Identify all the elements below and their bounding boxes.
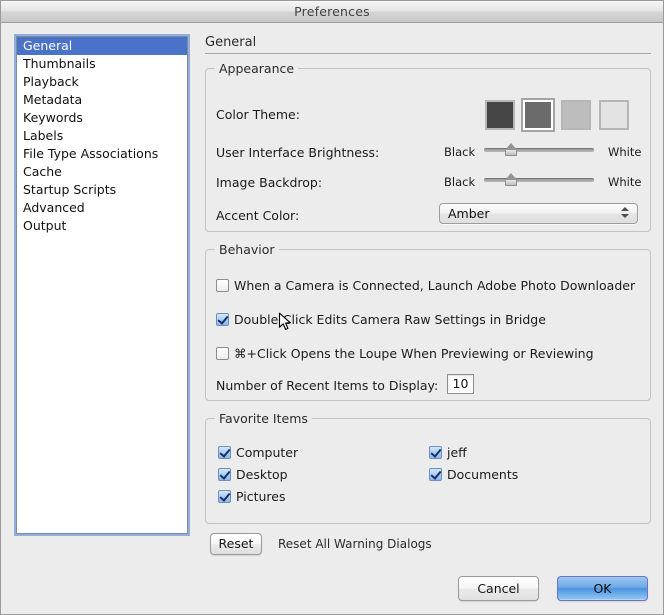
page-title: General [205,35,651,54]
image-backdrop-max-label: White [608,175,642,189]
behavior-checkbox-row-3[interactable]: ⌘+Click Opens the Loupe When Previewing … [216,346,594,361]
behavior-checkbox-row-2[interactable]: Double-Click Edits Camera Raw Settings i… [216,312,546,327]
checkbox-checked-icon[interactable] [429,446,442,459]
preferences-window: Preferences General Thumbnails Playback Met… [0,0,664,615]
image-backdrop-min-label: Black [444,175,476,189]
cancel-button[interactable]: Cancel [458,576,539,601]
checkbox-checked-icon[interactable] [429,468,442,481]
checkbox-checked-icon[interactable] [218,446,231,459]
favorite-item-label: Pictures [236,489,286,504]
window-title: Preferences [294,4,370,19]
behavior-checkbox-label: Double-Click Edits Camera Raw Settings i… [234,312,546,327]
sidebar-item-metadata[interactable]: Metadata [17,91,187,109]
checkbox-checked-icon[interactable] [216,313,229,326]
behavior-checkbox-label: When a Camera is Connected, Launch Adobe… [234,278,636,293]
panel-header: General [205,35,651,54]
image-backdrop-slider[interactable] [484,172,594,188]
appearance-legend: Appearance [215,61,299,76]
color-theme-label: Color Theme: [216,107,300,122]
sidebar-item-cache[interactable]: Cache [17,163,187,181]
favorites-legend: Favorite Items [215,411,312,426]
favorite-item-label: Computer [236,445,299,460]
recent-items-label: Number of Recent Items to Display: [216,378,439,393]
reset-button[interactable]: Reset [210,533,262,555]
favorite-item-label: Documents [447,467,519,482]
ui-brightness-slider[interactable] [484,142,594,158]
slider-track [484,178,594,182]
color-theme-swatch-1[interactable] [485,100,515,130]
chevron-updown-icon [621,207,630,222]
slider-track [484,148,594,152]
window-titlebar: Preferences [1,1,663,23]
ui-brightness-label: User Interface Brightness: [216,145,380,160]
sidebar-item-labels[interactable]: Labels [17,127,187,145]
ok-button[interactable]: OK [557,576,648,601]
color-theme-swatch-3[interactable] [561,100,591,130]
preferences-category-list[interactable]: General Thumbnails Playback Metadata Keyword… [16,36,188,534]
favorite-item-row[interactable]: Desktop [218,467,288,482]
image-backdrop-label: Image Backdrop: [216,175,323,190]
accent-color-label: Accent Color: [216,208,300,223]
favorite-item-label: jeff [447,445,467,460]
sidebar-item-file-type-associations[interactable]: File Type Associations [17,145,187,163]
sidebar-item-output[interactable]: Output [17,217,187,235]
checkbox-unchecked-icon[interactable] [216,347,229,360]
favorite-item-label: Desktop [236,467,288,482]
favorite-item-row[interactable]: Pictures [218,489,286,504]
ui-brightness-max-label: White [608,145,642,159]
sidebar-item-playback[interactable]: Playback [17,73,187,91]
color-theme-swatch-2[interactable] [523,100,553,130]
sidebar-item-startup-scripts[interactable]: Startup Scripts [17,181,187,199]
behavior-legend: Behavior [215,242,279,257]
sidebar-item-keywords[interactable]: Keywords [17,109,187,127]
behavior-checkbox-label: ⌘+Click Opens the Loupe When Previewing … [234,346,594,361]
reset-warning-dialogs-label: Reset All Warning Dialogs [278,537,432,551]
accent-color-select[interactable]: Amber [439,203,638,224]
slider-thumb[interactable] [505,143,518,156]
favorite-item-row[interactable]: Documents [429,467,518,482]
sidebar-item-general[interactable]: General [17,37,187,55]
favorites-group: Favorite Items Computer Desktop Pictures j… [205,411,651,524]
checkbox-unchecked-icon[interactable] [216,279,229,292]
checkbox-checked-icon[interactable] [218,468,231,481]
favorite-item-row[interactable]: Computer [218,445,298,460]
sidebar-item-advanced[interactable]: Advanced [17,199,187,217]
favorite-item-row[interactable]: jeff [429,445,467,460]
sidebar-item-thumbnails[interactable]: Thumbnails [17,55,187,73]
checkbox-checked-icon[interactable] [218,490,231,503]
ui-brightness-min-label: Black [444,145,476,159]
appearance-group: Appearance Color Theme: User Interface B… [205,61,651,232]
color-theme-swatch-4[interactable] [599,100,629,130]
recent-items-input[interactable]: 10 [447,374,474,394]
slider-thumb[interactable] [505,173,518,186]
behavior-checkbox-row-1[interactable]: When a Camera is Connected, Launch Adobe… [216,278,635,293]
accent-color-value: Amber [448,206,490,221]
behavior-group: Behavior When a Camera is Connected, Lau… [205,242,651,401]
